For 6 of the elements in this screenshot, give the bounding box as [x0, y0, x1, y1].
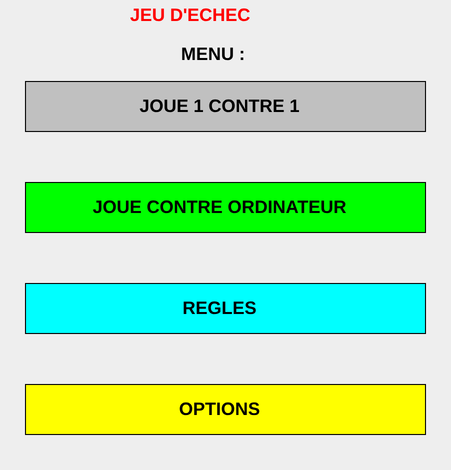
app-title: JEU D'ECHEC [130, 4, 250, 26]
menu-button[interactable]: REGLES [25, 283, 426, 334]
menu-button[interactable]: OPTIONS [25, 384, 426, 435]
menu-heading: MENU : [181, 43, 245, 65]
menu-button[interactable]: JOUE CONTRE ORDINATEUR [25, 182, 426, 233]
menu-button[interactable]: JOUE 1 CONTRE 1 [25, 81, 426, 132]
